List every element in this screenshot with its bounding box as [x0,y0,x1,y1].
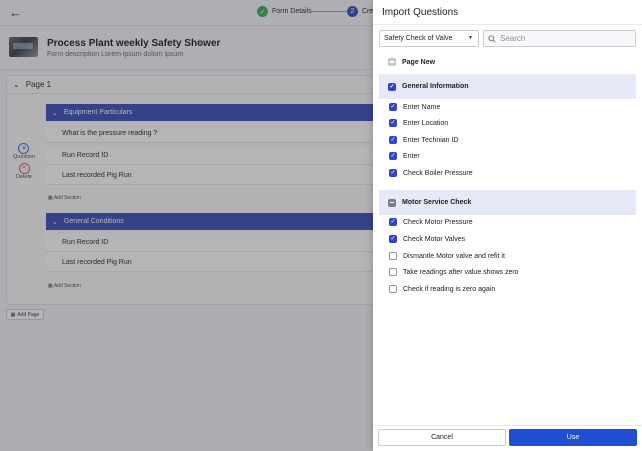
group-title: General Information [402,83,469,90]
question-checkbox-row[interactable]: ✓ Check Motor Valves [379,233,636,245]
page-label: Page New [402,58,436,66]
checkbox-unchecked[interactable] [389,252,397,260]
use-button[interactable]: Use [509,429,637,446]
question-label: Enter Location [403,119,449,127]
question-checkbox-row[interactable]: Dismantle Motor valve and refit it [379,250,636,262]
divider [373,425,642,426]
question-label: Check Motor Valves [403,235,466,243]
question-checkbox-row[interactable]: ✓ Check Boiler Pressure [379,167,636,179]
checkbox-unchecked[interactable] [389,285,397,293]
question-label: Take readings after value shows zero [403,268,519,276]
question-checkbox-row[interactable]: ✓ Enter Technian ID [379,134,636,146]
group-checkbox-row[interactable]: Motor Service Check [379,190,636,215]
checkbox-checked[interactable]: ✓ [388,82,396,91]
question-label: Check Boiler Pressure [403,169,473,177]
panel-title: Import Questions [382,7,459,18]
search-placeholder: Search [500,34,526,43]
search-icon [488,34,496,43]
question-label: Dismantle Motor valve and refit it [403,252,505,260]
template-select[interactable]: Safety Check of Valve ▼ [379,30,479,47]
caret-down-icon: ▼ [468,35,473,41]
search-input[interactable]: Search [483,30,636,47]
question-label: Enter [403,152,420,160]
checkbox-checked[interactable]: ✓ [389,218,397,226]
checkbox-checked[interactable]: ✓ [389,119,397,127]
question-checkbox-row[interactable]: Take readings after value shows zero [379,266,636,278]
question-checkbox-row[interactable]: ✓ Enter Location [379,117,636,129]
question-checkbox-row[interactable]: ✓ Enter Name [379,101,636,113]
group-title: Motor Service Check [402,199,472,206]
group-checkbox-row[interactable]: ✓ General Information [379,74,636,99]
page-checkbox-row[interactable]: Page New [379,55,636,69]
template-select-value: Safety Check of Valve [384,35,453,42]
question-label: Check Motor Pressure [403,218,473,226]
checkbox-checked[interactable]: ✓ [389,136,397,144]
checkbox-checked[interactable]: ✓ [389,235,397,243]
question-label: Enter Name [403,103,441,111]
cancel-button[interactable]: Cancel [378,429,506,446]
question-label: Enter Technian ID [403,136,459,144]
question-checkbox-row[interactable]: ✓ Enter [379,150,636,162]
checkbox-checked[interactable]: ✓ [389,103,397,111]
checkbox-unchecked[interactable] [389,268,397,276]
question-label: Check if reading is zero again [403,285,496,293]
question-checkbox-row[interactable]: Check if reading is zero again [379,283,636,295]
divider [373,24,642,25]
partial-checkbox[interactable] [388,198,396,207]
partial-checkbox[interactable] [388,58,396,66]
checkbox-checked[interactable]: ✓ [389,152,397,160]
question-checkbox-row[interactable]: ✓ Check Motor Pressure [379,216,636,228]
checkbox-checked[interactable]: ✓ [389,169,397,177]
import-questions-panel: Import Questions Safety Check of Valve ▼… [373,0,642,451]
